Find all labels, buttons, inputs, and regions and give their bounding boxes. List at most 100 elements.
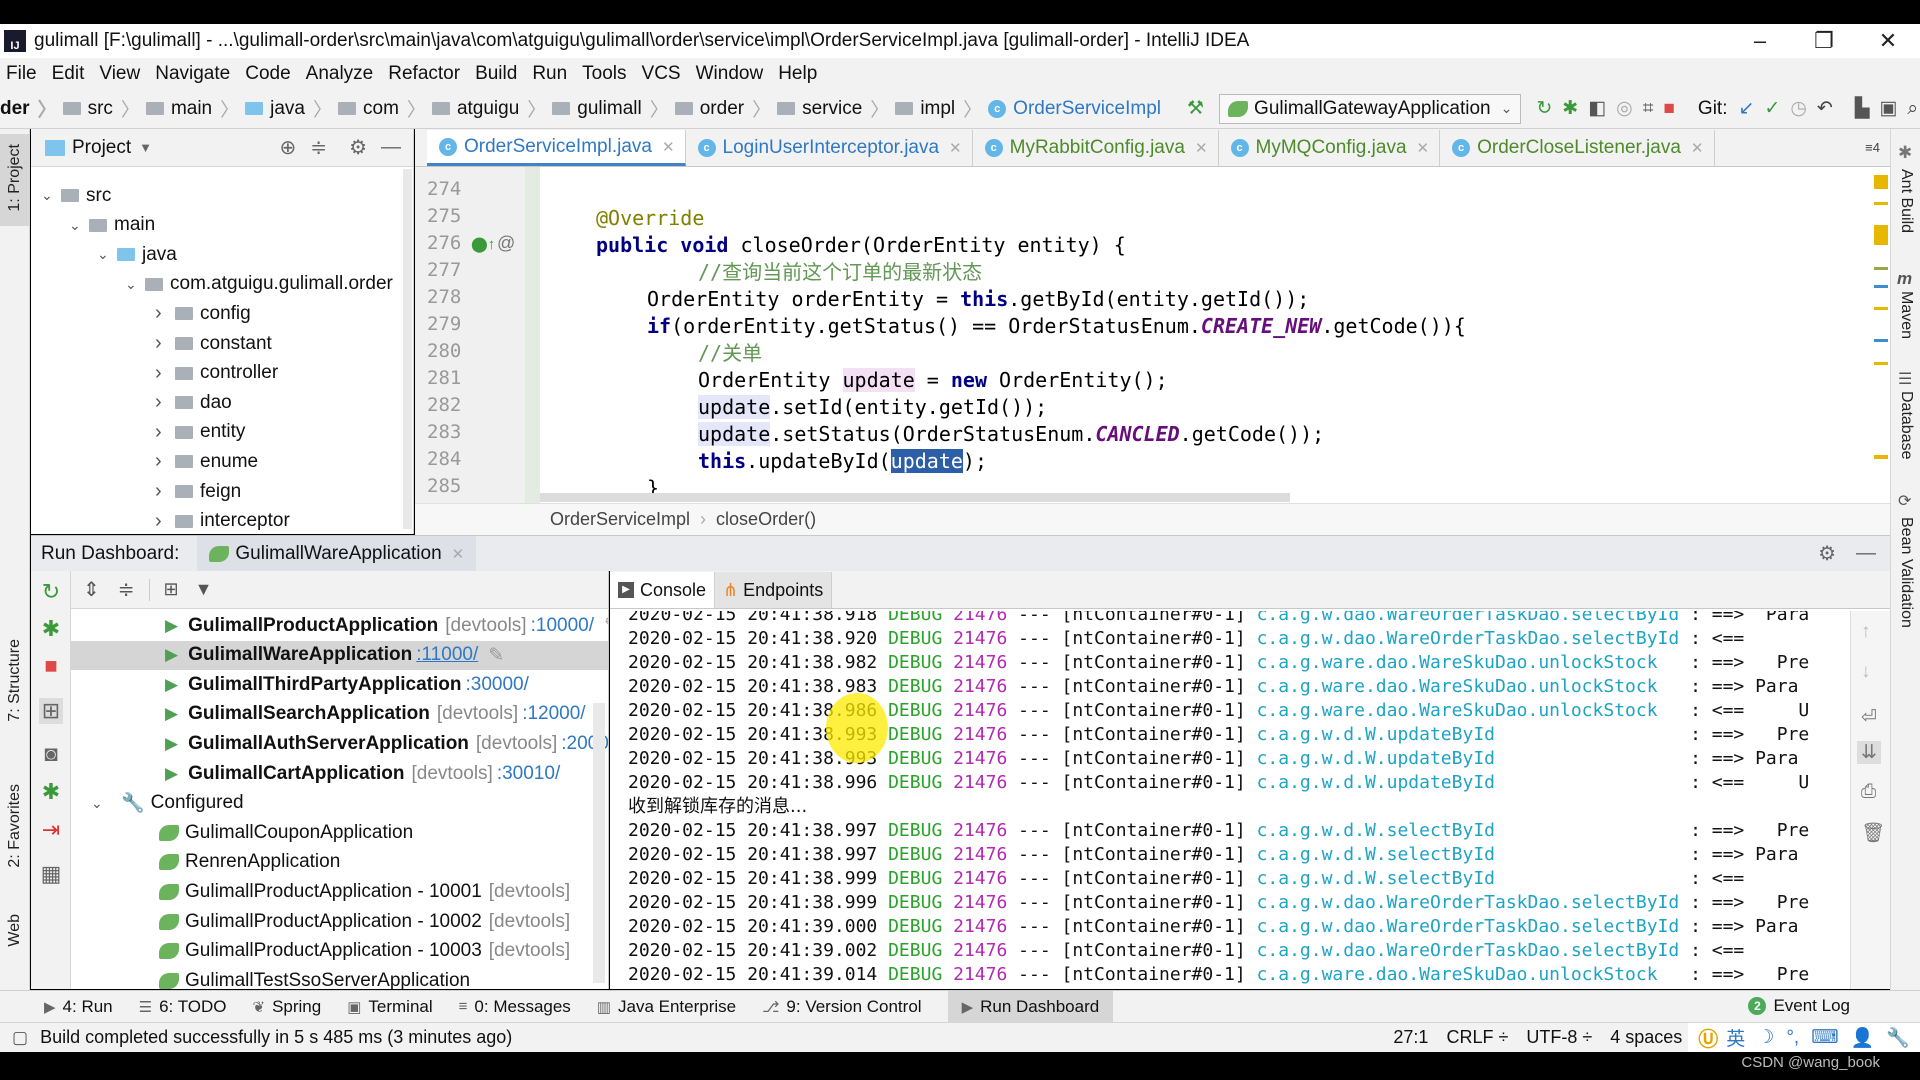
edit-pencil-icon[interactable]: ✎ (488, 644, 504, 667)
stop-icon[interactable]: ■ (39, 653, 63, 679)
dropdown-arrow-icon[interactable]: ▼ (139, 140, 152, 155)
menu-window[interactable]: Window (696, 63, 764, 85)
close-button[interactable]: ✕ (1856, 24, 1920, 58)
collapse-all-icon[interactable]: ≑ (310, 135, 327, 160)
close-tab-icon[interactable]: ✕ (1195, 139, 1208, 157)
debug-icon[interactable]: ✱ (39, 616, 63, 642)
menu-build[interactable]: Build (475, 63, 517, 85)
tree-node[interactable]: › interceptor (155, 507, 290, 536)
camera-icon[interactable]: ◙ (39, 741, 63, 767)
caret-position[interactable]: 27:1 (1393, 1027, 1428, 1048)
configured-app-row[interactable]: RenrenApplication (71, 848, 608, 877)
punctuation-icon[interactable]: °, (1786, 1027, 1799, 1049)
stop-icon[interactable]: ■ (1663, 98, 1674, 120)
git-commit-icon[interactable]: ✓ (1764, 97, 1780, 120)
user-icon[interactable]: 👤 (1851, 1026, 1875, 1050)
scroll-down-icon[interactable]: ↓ (1861, 661, 1871, 683)
line-separator[interactable]: CRLF ÷ (1446, 1027, 1508, 1048)
console-output[interactable]: 2020-02-15 20:41:38.918 DEBUG 21476 --- … (610, 611, 1850, 989)
hide-panel-icon[interactable]: — (381, 136, 401, 159)
port-link[interactable]: :30000/ (466, 674, 529, 696)
chevron-right-icon[interactable]: › (155, 510, 175, 533)
chevron-down-icon[interactable]: ⌄ (125, 276, 145, 293)
tool-java-enterprise[interactable]: ▥ Java Enterprise (597, 991, 736, 1023)
scroll-to-end-icon[interactable]: ⇊ (1857, 741, 1881, 764)
git-history-icon[interactable]: ◷ (1790, 97, 1807, 120)
git-rollback-icon[interactable]: ↶ (1817, 97, 1833, 120)
tree-node[interactable]: › controller (155, 359, 278, 388)
tab-endpoints[interactable]: ⋔ Endpoints (715, 572, 833, 608)
code-editor[interactable]: @Override public void closeOrder(OrderEn… (540, 167, 1870, 503)
close-tab-icon[interactable]: ✕ (1691, 139, 1704, 157)
breadcrumb-src[interactable]: src 〉 (62, 95, 140, 122)
tree-node[interactable]: › entity (155, 418, 245, 447)
tab-ordercloselistener[interactable]: c OrderCloseListener.java ✕ (1440, 130, 1715, 166)
breadcrumb-com[interactable]: com 〉 (338, 95, 426, 122)
group-by-icon[interactable]: ⊞ (164, 579, 179, 600)
configured-app-row[interactable]: GulimallProductApplication - 10001 [devto… (71, 877, 608, 906)
tool-terminal[interactable]: ▣ Terminal (347, 991, 432, 1023)
restore-button[interactable]: ❐ (1792, 24, 1856, 58)
rerun-icon[interactable]: ↻ (39, 579, 63, 605)
chevron-down-icon[interactable]: ⌄ (91, 795, 111, 812)
settings-gear-icon[interactable]: ⚙ (1818, 541, 1836, 566)
attach-debugger-icon[interactable]: ⌗ (1643, 98, 1654, 120)
file-encoding[interactable]: UTF-8 ÷ (1526, 1027, 1592, 1048)
running-app-row[interactable]: ▶ GulimallSearchApplication [devtools]:120… (71, 700, 608, 729)
tree-node[interactable]: › enume (155, 447, 258, 476)
group-by-type-icon[interactable]: ⊞ (39, 698, 63, 724)
configured-group[interactable]: ⌄ 🔧 Configured (71, 789, 608, 818)
locate-icon[interactable]: ⊕ (280, 135, 297, 160)
running-app-row[interactable]: ▶ GulimallCartApplication [devtools]:30010… (71, 759, 608, 788)
build-hammer-icon[interactable]: ⚒ (1187, 97, 1204, 120)
clear-all-icon[interactable]: 🗑 (1861, 821, 1885, 845)
run-with-coverage-icon[interactable]: ◧ (1588, 97, 1606, 120)
chevron-right-icon[interactable]: › (155, 332, 175, 355)
tool-run[interactable]: ▶ 4: Run (44, 991, 113, 1023)
print-icon[interactable]: ⎙ (1861, 781, 1876, 803)
menu-analyze[interactable]: Analyze (306, 63, 374, 85)
chevron-down-icon[interactable]: ⌄ (41, 187, 61, 204)
chevron-right-icon[interactable]: › (155, 302, 175, 325)
port-link[interactable]: :30010/ (497, 763, 560, 785)
menu-refactor[interactable]: Refactor (388, 63, 460, 85)
close-tab-icon[interactable]: ✕ (452, 545, 465, 563)
keyboard-icon[interactable]: ⌨ (1811, 1026, 1838, 1049)
breadcrumb-atguigu[interactable]: atguigu 〉 (431, 95, 546, 122)
menu-navigate[interactable]: Navigate (155, 63, 230, 85)
configured-app-row[interactable]: GulimallTestSsoServerApplication (71, 966, 608, 989)
crumb-class[interactable]: OrderServiceImpl (550, 509, 690, 530)
tab-orderserviceimpl[interactable]: c OrderServiceImpl.java ✕ (427, 130, 686, 166)
breadcrumb-java[interactable]: java 〉 (245, 95, 332, 122)
minimize-button[interactable]: – (1728, 24, 1792, 58)
database-tool-button[interactable]: Database (1897, 391, 1915, 460)
configured-app-row[interactable]: GulimallProductApplication - 10003 [devto… (71, 937, 608, 966)
tool-messages[interactable]: ≡ 0: Messages (459, 991, 571, 1023)
chevron-right-icon[interactable]: › (155, 480, 175, 503)
tab-mymqconfig[interactable]: c MyMQConfig.java ✕ (1219, 130, 1441, 166)
breadcrumb-impl[interactable]: impl 〉 (895, 95, 982, 122)
tree-node[interactable]: › feign (155, 477, 241, 506)
running-app-row[interactable]: ▶ GulimallAuthServerApplication [devtools]… (71, 729, 608, 758)
menu-help[interactable]: Help (778, 63, 817, 85)
editor-horizontal-scrollbar[interactable] (540, 493, 1290, 502)
chevron-right-icon[interactable]: › (155, 421, 175, 444)
project-structure-icon[interactable]: ▙ (1855, 97, 1870, 120)
chevron-right-icon[interactable]: › (155, 450, 175, 473)
edit-pencil-icon[interactable]: ✎ (604, 614, 608, 637)
chevron-down-icon[interactable]: ⌄ (69, 217, 89, 234)
web-tool-button[interactable]: Web (6, 914, 24, 947)
tree-node[interactable]: ⌄ java (97, 240, 177, 269)
rerun-icon[interactable]: ↻ (1536, 97, 1552, 120)
filter-icon[interactable]: ▼ (195, 579, 213, 600)
menu-file[interactable]: File (6, 63, 37, 85)
collapse-all-icon[interactable]: ≑ (118, 577, 135, 602)
port-link[interactable]: :12000/ (522, 703, 585, 725)
menu-run[interactable]: Run (532, 63, 567, 85)
project-tool-button[interactable]: 1: Project (0, 134, 29, 226)
crumb-method[interactable]: closeOrder() (716, 509, 816, 530)
hide-panel-icon[interactable]: — (1856, 542, 1876, 565)
close-tab-icon[interactable]: ✕ (662, 138, 675, 156)
tool-todo[interactable]: ☰ 6: TODO (139, 991, 227, 1023)
breadcrumb-gulimall[interactable]: gulimall 〉 (552, 95, 669, 122)
